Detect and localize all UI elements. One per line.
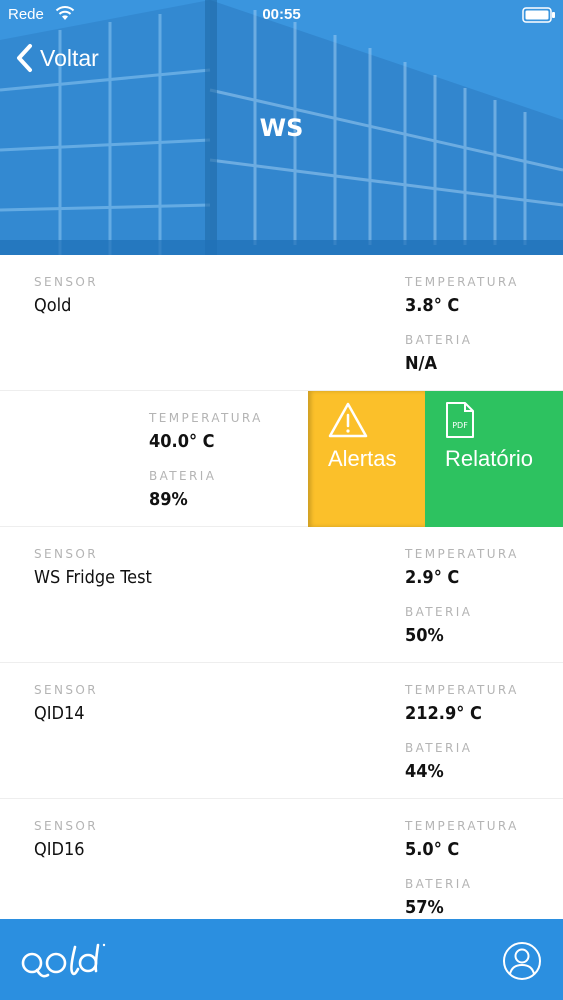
report-button[interactable]: PDF Relatório: [425, 391, 563, 527]
qold-logo: [21, 943, 106, 978]
chevron-left-icon: [17, 44, 32, 72]
sensor-name: QID16: [34, 839, 85, 860]
battery-label: BATERIA: [149, 469, 217, 483]
sensor-row-swiped[interactable]: TEMPERATURA 40.0° C BATERIA 89% Alertas …: [0, 391, 563, 527]
battery-icon: [522, 7, 555, 23]
sensor-row[interactable]: SENSOR Qold TEMPERATURA 3.8° C BATERIA N…: [0, 255, 563, 391]
battery-value: 50%: [405, 625, 444, 646]
battery-value: 57%: [405, 897, 444, 918]
footer-tab-bar: [0, 919, 563, 1000]
battery-label: BATERIA: [405, 741, 473, 755]
battery-value: N/A: [405, 353, 438, 374]
status-bar: Rede 00:55: [0, 0, 563, 30]
temperature-label: TEMPERATURA: [149, 411, 263, 425]
battery-value: 44%: [405, 761, 444, 782]
sensor-list: SENSOR Qold TEMPERATURA 3.8° C BATERIA N…: [0, 255, 563, 935]
sensor-label: SENSOR: [34, 547, 98, 561]
back-button[interactable]: Voltar: [14, 40, 99, 76]
page-title: WS: [259, 114, 304, 142]
temperature-label: TEMPERATURA: [405, 819, 519, 833]
battery-value: 89%: [149, 489, 188, 510]
alerts-label: Alertas: [328, 446, 397, 471]
temperature-value: 2.9° C: [405, 567, 460, 588]
battery-label: BATERIA: [405, 333, 473, 347]
sensor-label: SENSOR: [34, 683, 98, 697]
temperature-label: TEMPERATURA: [405, 275, 519, 289]
temperature-label: TEMPERATURA: [405, 683, 519, 697]
sensor-label: SENSOR: [34, 819, 98, 833]
sensor-name: Qold: [34, 295, 72, 316]
temperature-label: TEMPERATURA: [405, 547, 519, 561]
alerts-button[interactable]: Alertas: [308, 391, 425, 527]
sensor-row[interactable]: SENSOR QID14 TEMPERATURA 212.9° C BATERI…: [0, 663, 563, 799]
sensor-row[interactable]: SENSOR WS Fridge Test TEMPERATURA 2.9° C…: [0, 527, 563, 663]
temperature-value: 40.0° C: [149, 431, 215, 452]
report-label: Relatório: [445, 446, 534, 471]
pdf-badge-text: PDF: [452, 421, 468, 430]
battery-label: BATERIA: [405, 877, 473, 891]
temperature-value: 5.0° C: [405, 839, 460, 860]
status-time: 00:55: [262, 6, 301, 23]
sensor-row[interactable]: SENSOR QID16 TEMPERATURA 5.0° C BATERIA …: [0, 799, 563, 935]
back-label: Voltar: [40, 44, 99, 71]
sensor-name: QID14: [34, 703, 85, 724]
sensor-name: WS Fridge Test: [34, 567, 152, 588]
header: Rede 00:55 Voltar WS: [0, 0, 563, 255]
user-profile-icon[interactable]: [502, 941, 542, 981]
pdf-file-icon: PDF: [446, 402, 474, 438]
temperature-value: 212.9° C: [405, 703, 482, 724]
temperature-value: 3.8° C: [405, 295, 460, 316]
warning-icon: [328, 402, 368, 438]
battery-label: BATERIA: [405, 605, 473, 619]
sensor-label: SENSOR: [34, 275, 98, 289]
